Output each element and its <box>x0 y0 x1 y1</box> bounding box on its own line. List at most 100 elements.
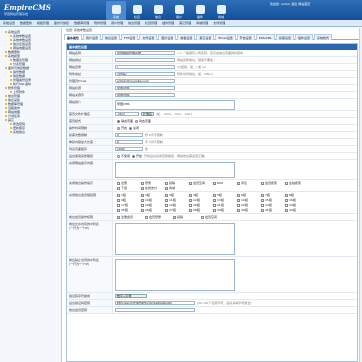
checkbox[interactable] <box>213 208 216 212</box>
checkbox[interactable] <box>117 215 120 219</box>
menu-item[interactable]: 系统设置 <box>3 21 15 25</box>
tab-item[interactable]: 基本属性 <box>64 34 83 40</box>
checkbox[interactable] <box>201 215 204 219</box>
menu-item[interactable]: 栏目管理 <box>145 21 157 25</box>
tab-item[interactable]: FTP设置 <box>121 34 139 40</box>
radio-no[interactable] <box>117 154 120 158</box>
checkbox[interactable] <box>117 198 120 202</box>
text-input[interactable]: /d/file/ <box>115 72 175 76</box>
tab-item[interactable]: 模板设置 <box>177 34 196 40</box>
menu-item[interactable]: 数据更新 <box>20 21 32 25</box>
text-input[interactable]: 帝国网站管理系统 <box>115 51 175 55</box>
checkbox[interactable] <box>285 193 288 197</box>
ip-deny-textarea[interactable] <box>115 258 235 291</box>
checkbox[interactable] <box>117 203 120 207</box>
captcha-select[interactable]: 数字+字母 <box>115 294 147 298</box>
checkbox[interactable] <box>261 208 264 212</box>
checkbox[interactable] <box>141 198 144 202</box>
close-info-textarea[interactable] <box>115 161 235 178</box>
checkbox[interactable] <box>117 186 120 190</box>
tab-item[interactable]: 信息设置 <box>102 34 121 40</box>
checkbox[interactable] <box>261 181 264 185</box>
tab-item[interactable]: 插件设置 <box>295 34 314 40</box>
menu-item[interactable]: 插件管理 <box>162 21 174 25</box>
checkbox[interactable] <box>189 203 192 207</box>
top-nav-3[interactable]: 用户 <box>169 1 189 20</box>
checkbox[interactable] <box>117 193 120 197</box>
checkbox[interactable] <box>285 181 288 185</box>
top-nav-0[interactable]: 系统 <box>106 1 126 20</box>
text-input[interactable]: / <box>115 65 175 69</box>
checkbox[interactable] <box>189 193 192 197</box>
checkbox[interactable] <box>237 181 240 185</box>
radio-open[interactable] <box>117 126 120 130</box>
menu-item[interactable]: 备份与恢复 <box>54 21 69 25</box>
checkbox[interactable] <box>189 181 192 185</box>
key-input[interactable]: EMY/eGUxYH9Ft6f5/CAC5a60q8ooEu <box>115 301 195 305</box>
checkbox[interactable] <box>213 193 216 197</box>
text-input[interactable] <box>115 58 175 62</box>
salt-input[interactable] <box>115 308 195 312</box>
checkbox[interactable] <box>189 198 192 202</box>
checkbox[interactable] <box>165 208 168 212</box>
menu-item[interactable]: 用户管理 <box>111 21 123 25</box>
vote-count-input[interactable]: 0 <box>115 133 143 137</box>
menu-item[interactable]: 数据库管理 <box>74 21 89 25</box>
radio-static[interactable] <box>117 119 120 123</box>
checkbox[interactable] <box>117 208 120 212</box>
menu-item[interactable]: 商城管理 <box>196 21 208 25</box>
menu-item[interactable]: 其它管理 <box>179 21 191 25</box>
checkbox[interactable] <box>261 203 264 207</box>
checkbox[interactable] <box>285 203 288 207</box>
ip-allow-textarea[interactable] <box>115 222 235 255</box>
max-size-input[interactable]: 0 <box>115 140 143 144</box>
checkbox[interactable] <box>213 203 216 207</box>
tab-item[interactable]: 其它设置 <box>196 34 215 40</box>
ext-select[interactable]: 扩展名 <box>141 112 155 116</box>
menu-item[interactable]: 附件管理 <box>94 21 106 25</box>
checkbox[interactable] <box>165 181 168 185</box>
text-input[interactable]: 帝国CMS <box>115 99 235 110</box>
checkbox[interactable] <box>165 198 168 202</box>
checkbox[interactable] <box>173 215 176 219</box>
text-input[interactable]: 帝国CMS <box>115 93 175 97</box>
checkbox[interactable] <box>261 193 264 197</box>
checkbox[interactable] <box>141 181 144 185</box>
tab-item[interactable]: 投票设置 <box>276 34 295 40</box>
top-nav-4[interactable]: 插件 <box>190 1 210 20</box>
checkbox[interactable] <box>165 193 168 197</box>
checkbox[interactable] <box>141 203 144 207</box>
list-cache-input[interactable]: 1000 <box>115 147 143 151</box>
tab-item[interactable]: 用户设置 <box>83 34 102 40</box>
tab-item[interactable]: 图片设置 <box>158 34 177 40</box>
checkbox[interactable] <box>237 198 240 202</box>
tab-item[interactable]: 文件设置 <box>139 34 158 40</box>
menu-item[interactable]: 文件管理 <box>213 21 225 25</box>
checkbox[interactable] <box>189 208 192 212</box>
radio-dynamic[interactable] <box>135 119 139 123</box>
checkbox[interactable] <box>165 203 168 207</box>
menu-item[interactable]: 模板管理 <box>37 21 49 25</box>
checkbox[interactable] <box>117 181 120 185</box>
checkbox[interactable] <box>285 208 288 212</box>
menu-item[interactable]: 信息管理 <box>128 21 140 25</box>
radio-close[interactable] <box>129 126 133 130</box>
top-nav-5[interactable]: 商城 <box>211 1 231 20</box>
ext-input[interactable]: .html <box>115 112 139 116</box>
checkbox[interactable] <box>213 181 216 185</box>
radio-yes[interactable] <box>132 154 136 158</box>
checkbox[interactable] <box>213 198 216 202</box>
checkbox[interactable] <box>141 193 144 197</box>
checkbox[interactable] <box>261 198 264 202</box>
top-nav-2[interactable]: 信息 <box>148 1 168 20</box>
checkbox[interactable] <box>145 215 148 219</box>
top-nav-1[interactable]: 栏目 <box>127 1 147 20</box>
tab-item[interactable]: 开启设置 <box>236 34 255 40</box>
tab-item[interactable]: 系统模式 <box>314 34 333 40</box>
text-input[interactable]: admin@yoursite.com <box>115 79 175 83</box>
checkbox[interactable] <box>237 203 240 207</box>
checkbox[interactable] <box>237 208 240 212</box>
checkbox[interactable] <box>141 208 144 212</box>
tab-item[interactable]: Email设置 <box>215 34 236 40</box>
text-input[interactable]: 帝国CMS <box>115 86 175 90</box>
